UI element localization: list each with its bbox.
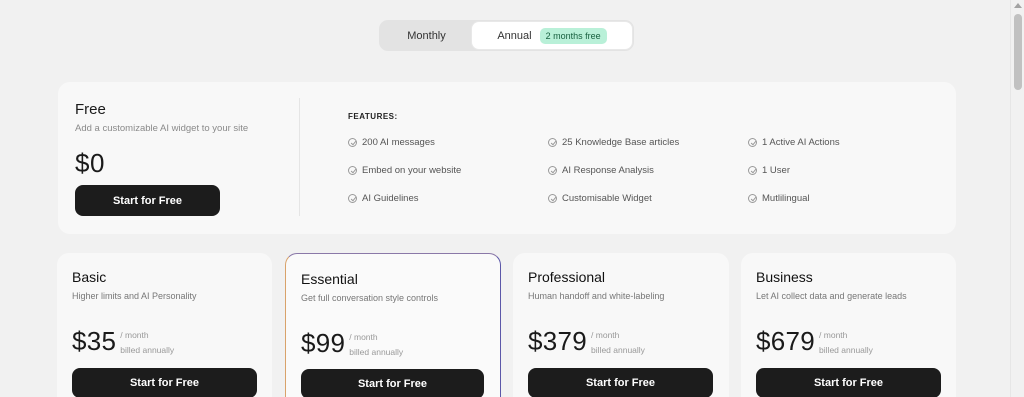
plan-period-label: / month [349, 332, 378, 342]
plan-period: / month billed annually [819, 326, 873, 358]
toggle-monthly[interactable]: Monthly [381, 22, 472, 49]
plan-price-row: $379 / month billed annually [528, 326, 645, 358]
plan-price-row: $35 / month billed annually [72, 326, 174, 358]
free-plan-card: Free Add a customizable AI widget to you… [58, 82, 956, 234]
check-circle-icon [348, 166, 357, 175]
plan-billing-label: billed annually [591, 345, 645, 355]
free-plan-divider [299, 98, 300, 216]
free-plan-price: $0 [75, 148, 105, 178]
feature-item: AI Guidelines [348, 193, 419, 204]
plan-billing-label: billed annually [120, 345, 175, 355]
check-circle-icon [748, 166, 757, 175]
page-scrollbar[interactable] [1010, 0, 1024, 397]
scrollbar-thumb[interactable] [1014, 14, 1022, 90]
plan-period: / month billed annually [349, 328, 403, 360]
feature-item: AI Response Analysis [548, 165, 654, 176]
feature-item: Mutlilingual [748, 193, 810, 204]
toggle-monthly-label: Monthly [407, 29, 446, 42]
plan-card-basic: Basic Higher limits and AI Personality $… [57, 253, 272, 397]
plan-billing-label: billed annually [819, 345, 873, 355]
feature-item: 25 Knowledge Base articles [548, 137, 679, 148]
plan-price: $99 [301, 328, 346, 358]
feature-label: Embed on your website [362, 165, 462, 176]
check-circle-icon [548, 166, 557, 175]
plan-description: Let AI collect data and generate leads [756, 291, 907, 301]
free-plan-start-button[interactable]: Start for Free [75, 185, 220, 216]
plan-card-essential: Essential Get full conversation style co… [285, 253, 501, 397]
plan-name: Professional [528, 269, 606, 285]
check-circle-icon [348, 138, 357, 147]
feature-item: Customisable Widget [548, 193, 652, 204]
essential-start-button[interactable]: Start for Free [301, 369, 484, 397]
feature-item: Embed on your website [348, 165, 461, 176]
basic-start-button[interactable]: Start for Free [72, 368, 257, 397]
plan-price: $379 [528, 326, 588, 356]
feature-label: Mutlilingual [762, 193, 810, 204]
free-plan-description: Add a customizable AI widget to your sit… [75, 123, 249, 134]
check-circle-icon [748, 194, 757, 203]
feature-label: AI Guidelines [362, 193, 419, 204]
check-circle-icon [548, 138, 557, 147]
plan-card-professional: Professional Human handoff and white-lab… [513, 253, 729, 397]
plan-name: Essential [301, 271, 358, 287]
plan-period-label: / month [591, 330, 620, 340]
plan-description: Higher limits and AI Personality [72, 291, 197, 301]
plan-description: Human handoff and white-labeling [528, 291, 665, 301]
plan-period: / month billed annually [591, 326, 645, 358]
plan-price-row: $679 / month billed annually [756, 326, 873, 358]
feature-item: 200 AI messages [348, 137, 435, 148]
plan-name: Basic [72, 269, 107, 285]
scroll-up-arrow-icon[interactable] [1014, 3, 1022, 8]
check-circle-icon [348, 194, 357, 203]
feature-item: 1 User [748, 165, 790, 176]
plan-price: $679 [756, 326, 816, 356]
feature-label: 1 User [762, 165, 790, 176]
toggle-annual-label: Annual [497, 29, 532, 42]
feature-label: Customisable Widget [562, 193, 652, 204]
feature-label: 1 Active AI Actions [762, 137, 840, 148]
plan-period: / month billed annually [120, 326, 174, 358]
features-heading: FEATURES: [348, 112, 398, 121]
annual-discount-badge: 2 months free [539, 27, 607, 44]
feature-label: 25 Knowledge Base articles [562, 137, 680, 148]
free-plan-name: Free [75, 101, 106, 118]
plan-price-row: $99 / month billed annually [301, 328, 403, 360]
professional-start-button[interactable]: Start for Free [528, 368, 713, 397]
billing-toggle: Monthly Annual 2 months free [379, 20, 634, 51]
free-plan-summary: Free Add a customizable AI widget to you… [75, 101, 248, 179]
plan-name: Business [756, 269, 813, 285]
plan-period-label: / month [120, 330, 149, 340]
plan-billing-label: billed annually [349, 347, 404, 357]
feature-label: 200 AI messages [362, 137, 435, 148]
plan-period-label: / month [819, 330, 848, 340]
toggle-annual[interactable]: Annual 2 months free [472, 22, 632, 49]
plan-description: Get full conversation style controls [301, 293, 439, 303]
plan-card-business: Business Let AI collect data and generat… [741, 253, 956, 397]
business-start-button[interactable]: Start for Free [756, 368, 941, 397]
feature-item: 1 Active AI Actions [748, 137, 840, 148]
feature-label: AI Response Analysis [562, 165, 654, 176]
check-circle-icon [548, 194, 557, 203]
check-circle-icon [748, 138, 757, 147]
plan-price: $35 [72, 326, 117, 356]
